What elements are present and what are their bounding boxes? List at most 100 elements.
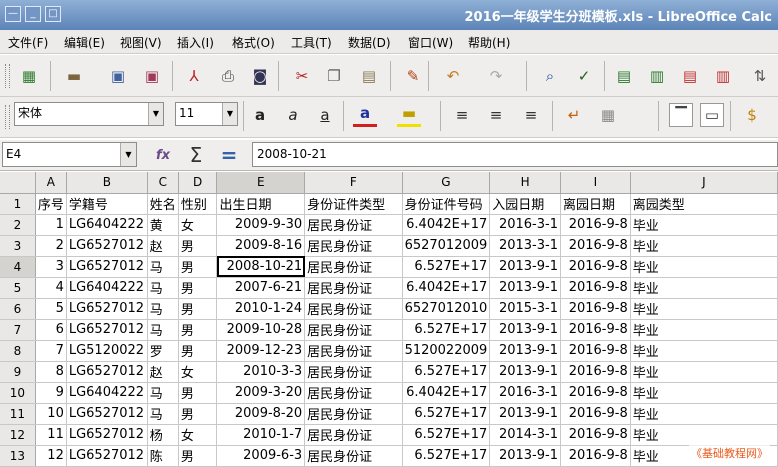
clone-format-icon[interactable]: ✎ <box>401 64 425 88</box>
cell-j1[interactable]: 离园类型 <box>630 193 778 215</box>
cell-d2[interactable]: 女 <box>178 214 218 236</box>
cell-i1[interactable]: 离园日期 <box>560 193 631 215</box>
merge-cells-icon[interactable]: ▦ <box>596 103 620 127</box>
cell-h4[interactable]: 2013-9-1 <box>489 256 561 278</box>
cell-d7[interactable]: 男 <box>178 319 218 341</box>
wrap-text-icon[interactable]: ↵ <box>562 103 586 127</box>
row-header[interactable]: 5 <box>0 277 36 299</box>
cell-g7[interactable]: 6.527E+17 <box>402 319 491 341</box>
cell-b1[interactable]: 学籍号 <box>66 193 148 215</box>
cell-b7[interactable]: LG6527012 <box>66 319 148 341</box>
cell-g11[interactable]: 6.527E+17 <box>402 403 491 425</box>
cell-d9[interactable]: 女 <box>178 361 218 383</box>
cell-a4[interactable]: 3 <box>35 256 67 278</box>
cell-a13[interactable]: 12 <box>35 445 67 467</box>
menu-item[interactable]: 文件(F) <box>8 34 48 51</box>
print-preview-icon[interactable]: ◙ <box>248 64 272 88</box>
cell-f6[interactable]: 居民身份证 <box>304 298 403 320</box>
menu-item[interactable]: 视图(V) <box>120 34 162 51</box>
cell-g13[interactable]: 6.527E+17 <box>402 445 491 467</box>
cell-e2[interactable]: 2009-9-30 <box>216 214 306 236</box>
cell-j9[interactable]: 毕业 <box>630 361 778 383</box>
row-header[interactable]: 3 <box>0 235 36 257</box>
cell-c13[interactable]: 陈 <box>147 445 179 467</box>
cell-i12[interactable]: 2016-9-8 <box>560 424 631 446</box>
cell-f2[interactable]: 居民身份证 <box>304 214 403 236</box>
cell-a7[interactable]: 6 <box>35 319 67 341</box>
print-icon[interactable]: ⎙ <box>216 64 240 88</box>
cell-b5[interactable]: LG6404222 <box>66 277 148 299</box>
redo-icon[interactable]: ↷ <box>484 64 508 88</box>
find-replace-icon[interactable]: ⌕ <box>538 64 562 88</box>
sum-icon[interactable]: Σ <box>184 143 208 167</box>
cell-d6[interactable]: 男 <box>178 298 218 320</box>
cell-c4[interactable]: 马 <box>147 256 179 278</box>
cell-b10[interactable]: LG6404222 <box>66 382 148 404</box>
column-header[interactable]: J <box>630 172 778 194</box>
cell-b12[interactable]: LG6527012 <box>66 424 148 446</box>
cell-d11[interactable]: 男 <box>178 403 218 425</box>
cell-f7[interactable]: 居民身份证 <box>304 319 403 341</box>
cell-j5[interactable]: 毕业 <box>630 277 778 299</box>
cell-c7[interactable]: 马 <box>147 319 179 341</box>
cell-d10[interactable]: 男 <box>178 382 218 404</box>
cell-d4[interactable]: 男 <box>178 256 218 278</box>
menu-item[interactable]: 工具(T) <box>291 34 332 51</box>
cell-d1[interactable]: 性别 <box>178 193 218 215</box>
cell-g9[interactable]: 6.527E+17 <box>402 361 491 383</box>
cell-f13[interactable]: 居民身份证 <box>304 445 403 467</box>
cell-h8[interactable]: 2013-9-1 <box>489 340 561 362</box>
cell-j3[interactable]: 毕业 <box>630 235 778 257</box>
cell-i8[interactable]: 2016-9-8 <box>560 340 631 362</box>
cell-g4[interactable]: 6.527E+17 <box>402 256 491 278</box>
cell-e11[interactable]: 2009-8-20 <box>216 403 306 425</box>
cell-e12[interactable]: 2010-1-7 <box>216 424 306 446</box>
column-header[interactable]: F <box>304 172 403 194</box>
cell-h2[interactable]: 2016-3-1 <box>489 214 561 236</box>
cell-e10[interactable]: 2009-3-20 <box>216 382 306 404</box>
menu-item[interactable]: 帮助(H) <box>468 34 510 51</box>
font-color-icon[interactable]: a <box>353 103 377 127</box>
cell-d12[interactable]: 女 <box>178 424 218 446</box>
font-name-select[interactable]: 宋体 ▼ <box>14 102 164 126</box>
cell-c12[interactable]: 杨 <box>147 424 179 446</box>
column-header[interactable]: G <box>402 172 491 194</box>
cell-c6[interactable]: 马 <box>147 298 179 320</box>
copy-icon[interactable]: ❐ <box>322 64 346 88</box>
cell-b3[interactable]: LG6527012 <box>66 235 148 257</box>
align-left-icon[interactable]: ≡ <box>450 103 474 127</box>
toolbar-grip[interactable] <box>5 105 10 129</box>
formula-input[interactable]: 2008-10-21 <box>252 142 778 167</box>
cell-a12[interactable]: 11 <box>35 424 67 446</box>
cell-a10[interactable]: 9 <box>35 382 67 404</box>
cell-j6[interactable]: 毕业 <box>630 298 778 320</box>
cell-c11[interactable]: 马 <box>147 403 179 425</box>
cell-h12[interactable]: 2014-3-1 <box>489 424 561 446</box>
chevron-down-icon[interactable]: ▼ <box>148 103 163 125</box>
align-center-icon[interactable]: ≡ <box>484 103 508 127</box>
cell-a6[interactable]: 5 <box>35 298 67 320</box>
cell-e13[interactable]: 2009-6-3 <box>216 445 306 467</box>
column-header[interactable]: D <box>178 172 218 194</box>
row-header[interactable]: 2 <box>0 214 36 236</box>
column-header[interactable]: H <box>489 172 561 194</box>
cell-a2[interactable]: 1 <box>35 214 67 236</box>
cell-h7[interactable]: 2013-9-1 <box>489 319 561 341</box>
cell-i11[interactable]: 2016-9-8 <box>560 403 631 425</box>
cell-i7[interactable]: 2016-9-8 <box>560 319 631 341</box>
cell-c1[interactable]: 姓名 <box>147 193 179 215</box>
cell-j2[interactable]: 毕业 <box>630 214 778 236</box>
maximize-button[interactable]: □ <box>45 6 61 22</box>
row-header[interactable]: 4 <box>0 256 36 278</box>
toolbar-grip[interactable] <box>5 64 10 88</box>
formula-icon[interactable]: = <box>217 143 241 167</box>
cell-h13[interactable]: 2013-9-1 <box>489 445 561 467</box>
cell-e7[interactable]: 2009-10-28 <box>216 319 306 341</box>
menu-item[interactable]: 编辑(E) <box>64 34 105 51</box>
row-header[interactable]: 10 <box>0 382 36 404</box>
highlight-icon[interactable]: ▬ <box>397 103 421 127</box>
cell-j4[interactable]: 毕业 <box>630 256 778 278</box>
row-header[interactable]: 1 <box>0 193 36 215</box>
align-center-vertical-icon[interactable]: ▭ <box>700 103 724 127</box>
cell-a8[interactable]: 7 <box>35 340 67 362</box>
